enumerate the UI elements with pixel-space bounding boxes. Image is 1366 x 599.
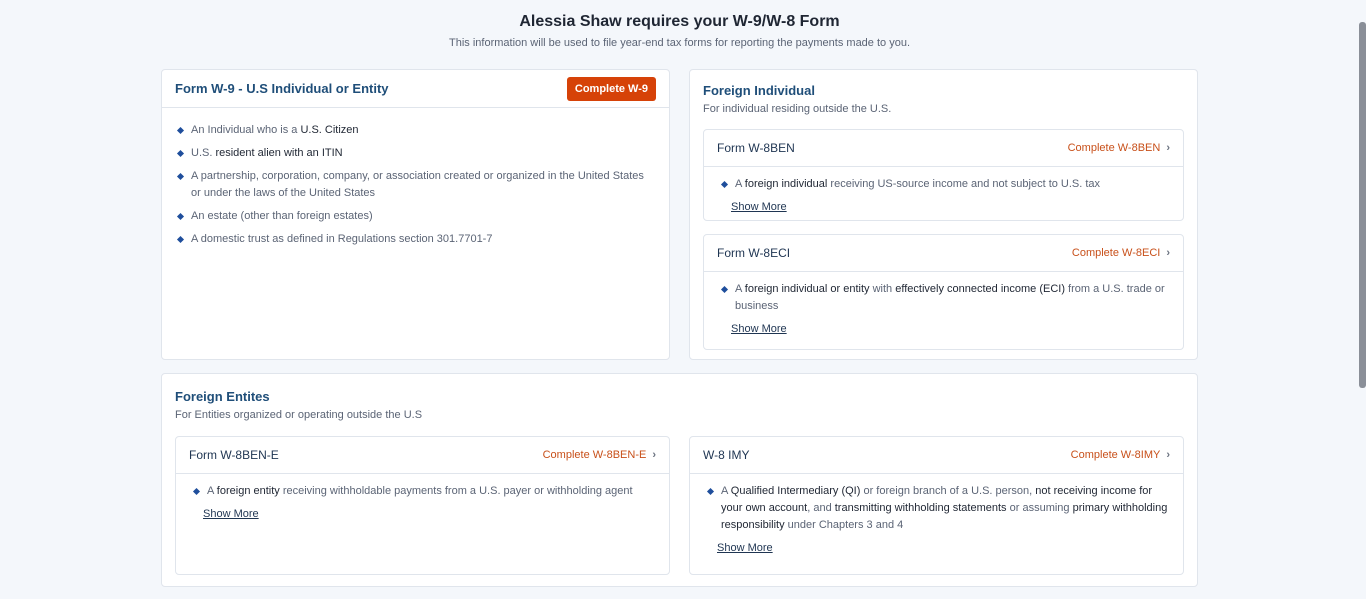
foreign-individual-subtitle: For individual residing outside the U.S. — [703, 103, 892, 115]
complete-w8eci-link[interactable]: Complete W-8ECI › — [1072, 247, 1170, 259]
foreign-entities-subtitle: For Entities organized or operating outs… — [175, 409, 423, 421]
w9-card: Form W-9 - U.S Individual or Entity Comp… — [161, 69, 670, 360]
complete-w8bene-link[interactable]: Complete W-8BEN-E › — [543, 449, 656, 461]
complete-w8imy-link[interactable]: Complete W-8IMY › — [1071, 449, 1170, 461]
w8bene-card: Form W-8BEN-E Complete W-8BEN-E › A fore… — [175, 436, 670, 575]
complete-w9-button[interactable]: Complete W-9 — [566, 76, 656, 101]
list-item: A foreign individual or entity with effe… — [719, 281, 1168, 315]
scrollbar-thumb[interactable] — [1359, 22, 1366, 388]
foreign-entities-title: Foreign Entites — [175, 389, 270, 404]
w8eci-body: A foreign individual or entity with effe… — [704, 272, 1183, 337]
w8eci-header: Form W-8ECI Complete W-8ECI › — [704, 235, 1183, 272]
foreign-individual-title: Foreign Individual — [703, 83, 815, 98]
list-item: A domestic trust as defined in Regulatio… — [175, 231, 656, 248]
scrollbar-track[interactable] — [1359, 0, 1366, 599]
page-title: Alessia Shaw requires your W-9/W-8 Form — [519, 13, 840, 30]
w8ben-show-more-link[interactable]: Show More — [731, 200, 787, 214]
foreign-entities-card: Foreign Entites For Entities organized o… — [161, 373, 1198, 587]
page-header: Alessia Shaw requires your W-9/W-8 Form … — [0, 12, 1359, 50]
list-item: An Individual who is a U.S. Citizen — [175, 122, 656, 139]
w8imy-show-more-link[interactable]: Show More — [717, 541, 773, 555]
w8imy-card: W-8 IMY Complete W-8IMY › A Qualified In… — [689, 436, 1184, 575]
page-subtitle: This information will be used to file ye… — [449, 37, 910, 49]
chevron-right-icon: › — [1166, 142, 1170, 154]
w8bene-title: Form W-8BEN-E — [189, 448, 279, 462]
w9-card-header: Form W-9 - U.S Individual or Entity Comp… — [162, 70, 669, 108]
w9-eligibility-list: An Individual who is a U.S. Citizen U.S.… — [162, 108, 669, 248]
w8bene-show-more-link[interactable]: Show More — [203, 507, 259, 521]
w8ben-body: A foreign individual receiving US-source… — [704, 167, 1183, 215]
list-item: A Qualified Intermediary (QI) or foreign… — [705, 483, 1168, 534]
list-item: U.S. resident alien with an ITIN — [175, 145, 656, 162]
list-item: An estate (other than foreign estates) — [175, 208, 656, 225]
list-item: A foreign entity receiving withholdable … — [191, 483, 654, 500]
chevron-right-icon: › — [1166, 449, 1170, 461]
w8eci-title: Form W-8ECI — [717, 246, 791, 260]
w8ben-header: Form W-8BEN Complete W-8BEN › — [704, 130, 1183, 167]
w9-title: Form W-9 - U.S Individual or Entity — [175, 80, 389, 96]
w8eci-card: Form W-8ECI Complete W-8ECI › A foreign … — [703, 234, 1184, 350]
w8imy-header: W-8 IMY Complete W-8IMY › — [690, 437, 1183, 474]
foreign-individual-card: Foreign Individual For individual residi… — [689, 69, 1198, 360]
chevron-right-icon: › — [652, 449, 656, 461]
w8ben-card: Form W-8BEN Complete W-8BEN › A foreign … — [703, 129, 1184, 221]
w8imy-title: W-8 IMY — [703, 448, 750, 462]
w8imy-body: A Qualified Intermediary (QI) or foreign… — [690, 474, 1183, 556]
w8ben-title: Form W-8BEN — [717, 141, 795, 155]
complete-w8ben-link[interactable]: Complete W-8BEN › — [1068, 142, 1170, 154]
w8bene-body: A foreign entity receiving withholdable … — [176, 474, 669, 522]
list-item: A partnership, corporation, company, or … — [175, 168, 656, 202]
chevron-right-icon: › — [1166, 247, 1170, 259]
w8bene-header: Form W-8BEN-E Complete W-8BEN-E › — [176, 437, 669, 474]
list-item: A foreign individual receiving US-source… — [719, 176, 1168, 193]
w8eci-show-more-link[interactable]: Show More — [731, 322, 787, 336]
